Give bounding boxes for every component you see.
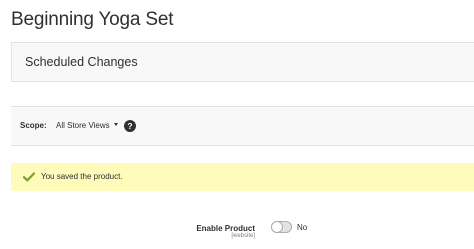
check-icon — [23, 172, 35, 182]
caret-down-icon — [113, 123, 118, 127]
enable-product-state: No — [297, 223, 308, 232]
page-title: Beginning Yoga Set — [11, 9, 174, 30]
question-circle-icon[interactable]: ? — [124, 120, 136, 132]
scheduled-changes-title: Scheduled Changes — [25, 55, 138, 69]
success-message: You saved the product. — [11, 163, 474, 191]
scheduled-changes-panel: Scheduled Changes — [11, 42, 474, 82]
store-view-switcher[interactable]: All Store Views — [56, 121, 118, 130]
toggle-knob — [272, 222, 282, 232]
enable-product-scope: [website] — [231, 233, 255, 239]
success-message-text: You saved the product. — [41, 172, 123, 181]
scope-label: Scope: — [20, 121, 47, 130]
enable-product-toggle[interactable] — [271, 221, 292, 233]
enable-product-label: Enable Product — [196, 224, 255, 233]
scope-bar: Scope: All Store Views ? — [11, 106, 474, 146]
store-view-selected: All Store Views — [56, 121, 110, 130]
